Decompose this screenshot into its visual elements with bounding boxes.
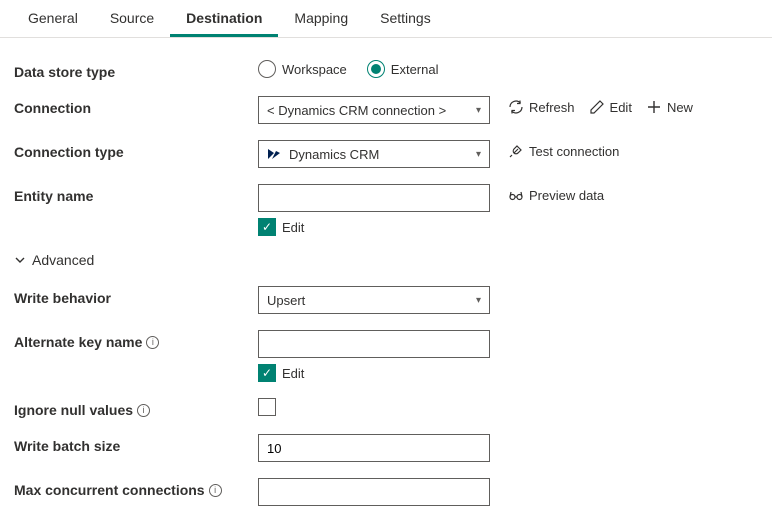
- radio-workspace-label: Workspace: [282, 62, 347, 77]
- label-data-store-type: Data store type: [14, 60, 258, 80]
- alternate-key-edit-checkbox[interactable]: ✓: [258, 364, 276, 382]
- dynamics-icon: [267, 148, 281, 160]
- test-connection-label: Test connection: [529, 144, 619, 159]
- edit-button[interactable]: Edit: [589, 99, 632, 115]
- refresh-button[interactable]: Refresh: [508, 99, 575, 115]
- chevron-down-icon: ▾: [476, 149, 481, 160]
- radio-circle-checked-icon: [367, 60, 385, 78]
- info-icon[interactable]: i: [146, 336, 159, 349]
- check-icon: ✓: [262, 367, 272, 379]
- label-max-concurrent: Max concurrent connections i: [14, 478, 258, 498]
- edit-label: Edit: [610, 100, 632, 115]
- label-alternate-key: Alternate key name i: [14, 330, 258, 350]
- tab-bar: General Source Destination Mapping Setti…: [0, 0, 772, 38]
- new-label: New: [667, 100, 693, 115]
- advanced-section-toggle[interactable]: Advanced: [14, 252, 758, 268]
- chevron-down-icon: ▾: [476, 105, 481, 116]
- ignore-null-checkbox[interactable]: [258, 398, 276, 416]
- tab-source[interactable]: Source: [94, 0, 170, 37]
- radio-workspace[interactable]: Workspace: [258, 60, 347, 78]
- label-connection-type: Connection type: [14, 140, 258, 160]
- alternate-key-input[interactable]: [258, 330, 490, 358]
- write-behavior-select[interactable]: Upsert ▾: [258, 286, 490, 314]
- preview-data-button[interactable]: Preview data: [508, 187, 604, 203]
- label-connection: Connection: [14, 96, 258, 116]
- connection-type-select[interactable]: Dynamics CRM ▾: [258, 140, 490, 168]
- preview-data-label: Preview data: [529, 188, 604, 203]
- refresh-label: Refresh: [529, 100, 575, 115]
- tab-general[interactable]: General: [12, 0, 94, 37]
- connection-select-value: < Dynamics CRM connection >: [267, 103, 476, 118]
- new-button[interactable]: New: [646, 99, 693, 115]
- pencil-icon: [589, 99, 605, 115]
- label-entity-name: Entity name: [14, 184, 258, 204]
- radio-circle-icon: [258, 60, 276, 78]
- label-write-behavior: Write behavior: [14, 286, 258, 306]
- glasses-icon: [508, 187, 524, 203]
- write-batch-size-input[interactable]: [258, 434, 490, 462]
- alternate-key-edit-label: Edit: [282, 366, 304, 381]
- label-ignore-null: Ignore null values i: [14, 398, 258, 418]
- radio-external-label: External: [391, 62, 439, 77]
- write-behavior-value: Upsert: [267, 293, 476, 308]
- chevron-down-icon: ▾: [476, 295, 481, 306]
- tab-mapping[interactable]: Mapping: [278, 0, 364, 37]
- plus-icon: [646, 99, 662, 115]
- refresh-icon: [508, 99, 524, 115]
- connection-type-value: Dynamics CRM: [267, 147, 476, 162]
- info-icon[interactable]: i: [209, 484, 222, 497]
- entity-name-input[interactable]: [258, 184, 490, 212]
- info-icon[interactable]: i: [137, 404, 150, 417]
- destination-form: Data store type Workspace External Conne…: [0, 38, 772, 532]
- label-write-batch-size: Write batch size: [14, 434, 258, 454]
- entity-edit-checkbox[interactable]: ✓: [258, 218, 276, 236]
- plug-icon: [508, 143, 524, 159]
- chevron-down-icon: [14, 254, 26, 266]
- tab-destination[interactable]: Destination: [170, 0, 278, 37]
- entity-edit-label: Edit: [282, 220, 304, 235]
- tab-settings[interactable]: Settings: [364, 0, 447, 37]
- radio-external[interactable]: External: [367, 60, 439, 78]
- check-icon: ✓: [262, 221, 272, 233]
- test-connection-button[interactable]: Test connection: [508, 143, 619, 159]
- advanced-label: Advanced: [32, 252, 94, 268]
- data-store-type-group: Workspace External: [258, 60, 439, 78]
- connection-select[interactable]: < Dynamics CRM connection > ▾: [258, 96, 490, 124]
